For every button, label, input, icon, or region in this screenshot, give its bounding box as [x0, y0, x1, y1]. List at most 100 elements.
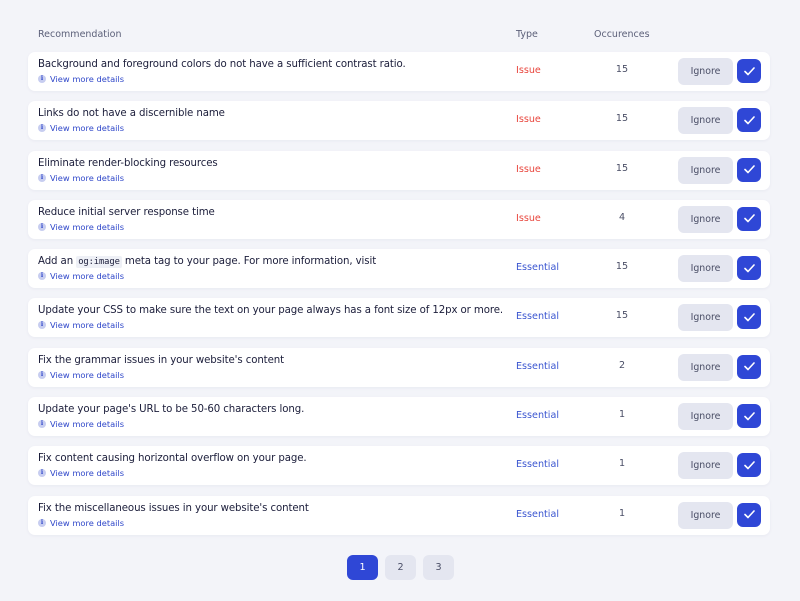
type-badge: Essential — [516, 262, 560, 274]
table-row: Update your page's URL to be 50-60 chara… — [28, 397, 770, 437]
info-icon: i — [38, 469, 46, 478]
accept-button[interactable] — [737, 206, 761, 231]
check-icon — [743, 214, 755, 223]
ignore-button[interactable]: Ignore — [678, 452, 733, 480]
accept-button[interactable] — [737, 108, 761, 133]
table-row: Links do not have a discernible name i Vi… — [28, 101, 770, 141]
accept-button[interactable] — [737, 59, 761, 83]
accept-button[interactable] — [737, 157, 761, 182]
ignore-button[interactable]: Ignore — [678, 403, 733, 431]
ignore-button[interactable]: Ignore — [678, 304, 733, 332]
accept-button[interactable] — [737, 305, 761, 330]
occurrence-count: 1 — [618, 507, 626, 519]
info-icon: i — [38, 272, 46, 281]
info-icon: i — [38, 420, 46, 429]
page-button-2[interactable]: 2 — [385, 555, 416, 580]
view-details-label: View more details — [50, 468, 125, 479]
info-icon: i — [38, 173, 46, 182]
recommendation-title: Update your CSS to make sure the text on… — [38, 305, 504, 317]
view-details-label: View more details — [50, 74, 125, 84]
info-icon: i — [38, 75, 46, 83]
view-details-link[interactable]: i View more details — [38, 419, 124, 429]
view-details-link[interactable]: i View more details — [38, 468, 124, 478]
occurrence-count: 15 — [615, 113, 629, 125]
check-icon — [743, 165, 755, 174]
view-details-link[interactable]: i View more details — [38, 370, 124, 380]
check-icon — [743, 66, 755, 75]
table-row: Reduce initial server response time i Vie… — [28, 199, 770, 239]
type-badge: Issue — [516, 65, 541, 76]
ignore-button[interactable]: Ignore — [678, 107, 733, 135]
info-icon: i — [38, 370, 46, 379]
table-row: Update your CSS to make sure the text on… — [28, 298, 770, 338]
view-details-link[interactable]: i View more details — [38, 271, 124, 281]
ignore-button[interactable]: Ignore — [678, 156, 733, 184]
view-details-label: View more details — [50, 123, 125, 134]
view-details-link[interactable]: i View more details — [38, 320, 124, 330]
occurrence-count: 1 — [618, 458, 626, 470]
page-button-3[interactable]: 3 — [423, 555, 454, 580]
title-suffix: meta tag to your page. For more informat… — [124, 256, 377, 268]
view-details-label: View more details — [50, 419, 125, 430]
check-icon — [743, 115, 755, 125]
check-icon — [743, 461, 755, 470]
table-header: Recommendation Type Occurences — [0, 29, 800, 43]
view-details-link[interactable]: i View more details — [38, 123, 124, 133]
ignore-button[interactable]: Ignore — [678, 205, 733, 233]
type-badge: Essential — [516, 410, 560, 422]
recommendation-title: Add an og:image meta tag to your page. F… — [38, 256, 377, 269]
type-badge: Essential — [516, 459, 560, 471]
table-row: Fix the grammar issues in your website's… — [28, 347, 770, 387]
pagination: 1 2 3 — [347, 555, 454, 580]
check-icon — [743, 411, 755, 420]
occurrence-count: 2 — [618, 359, 626, 371]
view-details-label: View more details — [50, 271, 125, 282]
check-icon — [743, 510, 755, 519]
occurrence-count: 1 — [618, 409, 626, 421]
info-icon: i — [38, 222, 46, 231]
recommendation-title: Update your page's URL to be 50-60 chara… — [38, 404, 305, 416]
table-row: Eliminate render-blocking resources i Vie… — [28, 150, 770, 190]
occurrence-count: 15 — [615, 261, 629, 273]
ignore-button[interactable]: Ignore — [678, 353, 733, 381]
table-row: Add an og:image meta tag to your page. F… — [28, 249, 770, 289]
occurrence-count: 4 — [618, 211, 626, 223]
info-icon: i — [38, 518, 46, 527]
check-icon — [743, 313, 755, 322]
view-details-label: View more details — [50, 172, 125, 183]
view-details-link[interactable]: i View more details — [38, 518, 124, 528]
table-row: Background and foreground colors do not … — [28, 52, 770, 91]
view-details-label: View more details — [50, 369, 125, 380]
og-image-code: og:image — [76, 256, 122, 269]
accept-button[interactable] — [737, 502, 761, 527]
recommendations-list: Background and foreground colors do not … — [28, 52, 770, 545]
view-details-label: View more details — [50, 221, 125, 232]
column-header-occurrences: Occurences — [594, 29, 650, 40]
info-icon: i — [38, 321, 46, 330]
accept-button[interactable] — [737, 453, 761, 478]
occurrence-count: 15 — [615, 310, 629, 322]
view-details-label: View more details — [50, 320, 125, 331]
type-badge: Issue — [516, 212, 541, 224]
type-badge: Issue — [516, 114, 541, 126]
accept-button[interactable] — [737, 354, 761, 379]
type-badge: Issue — [516, 163, 541, 175]
type-badge: Essential — [516, 360, 560, 372]
column-header-recommendation: Recommendation — [38, 29, 122, 40]
accept-button[interactable] — [737, 256, 761, 281]
recommendation-title: Links do not have a discernible name — [38, 108, 225, 120]
type-badge: Essential — [516, 311, 560, 323]
accept-button[interactable] — [737, 404, 761, 429]
recommendation-title: Fix content causing horizontal overflow … — [38, 453, 307, 465]
title-prefix: Add an — [38, 256, 74, 268]
type-badge: Essential — [516, 508, 560, 520]
ignore-button[interactable]: Ignore — [678, 501, 733, 529]
ignore-button[interactable]: Ignore — [678, 255, 733, 283]
view-details-link[interactable]: i View more details — [38, 74, 124, 84]
view-details-link[interactable]: i View more details — [38, 173, 124, 183]
recommendation-title: Reduce initial server response time — [38, 206, 215, 218]
occurrence-count: 15 — [615, 162, 629, 174]
view-details-link[interactable]: i View more details — [38, 222, 124, 232]
page-button-1[interactable]: 1 — [347, 555, 378, 580]
ignore-button[interactable]: Ignore — [678, 58, 733, 85]
